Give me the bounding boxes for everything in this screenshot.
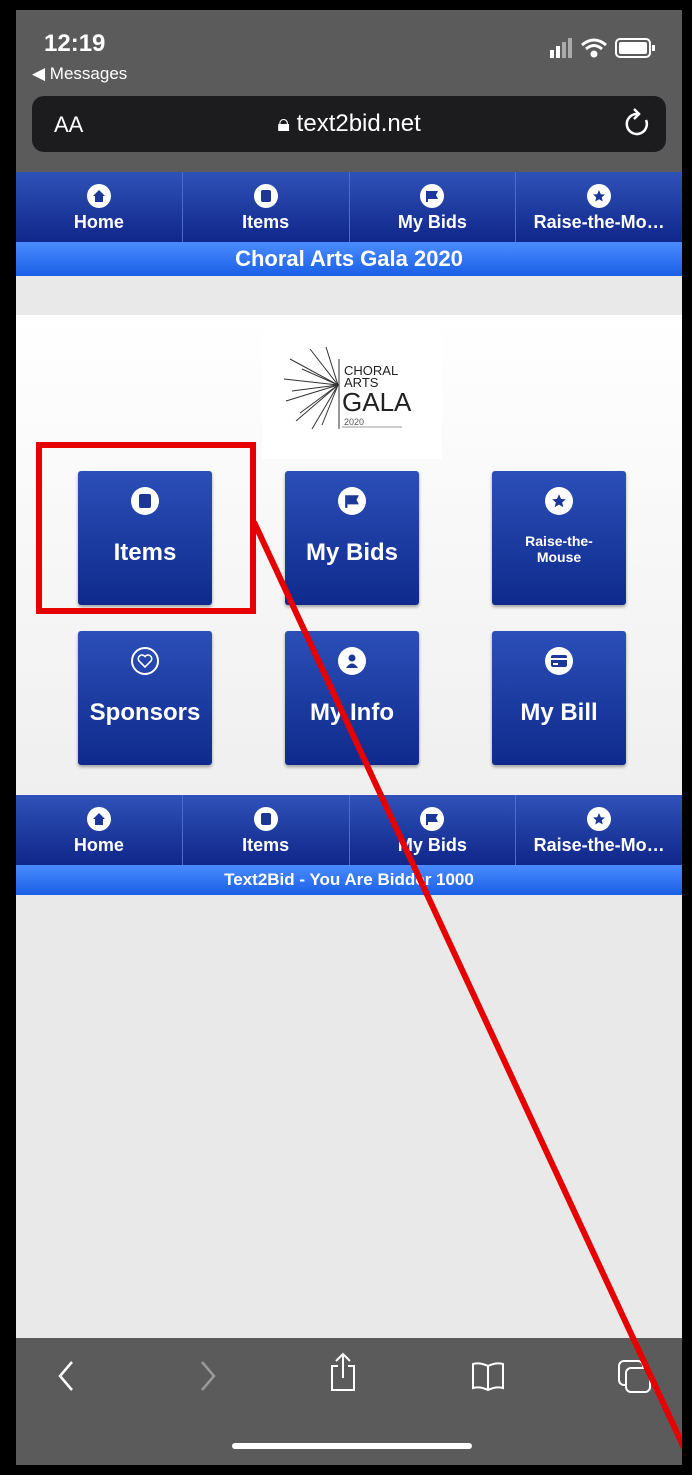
annotation-arrow-line	[251, 520, 682, 1451]
phone-screen: 12:19 ◀ Messages AA 🔒︎ text2bid.net Home	[16, 10, 682, 1465]
